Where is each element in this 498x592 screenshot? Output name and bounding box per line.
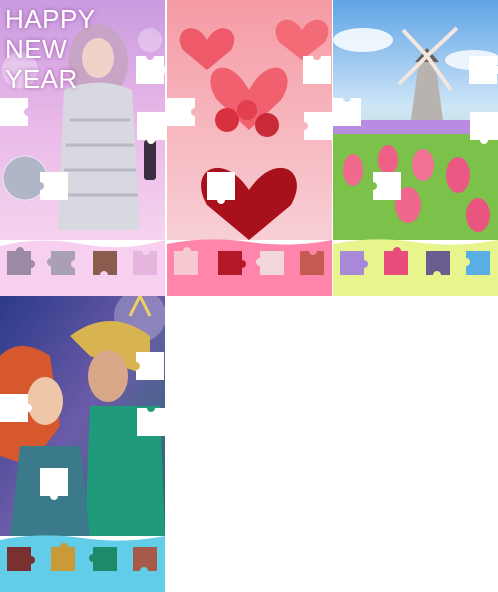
empty-slot[interactable]: [373, 172, 401, 200]
empty-slot[interactable]: [333, 98, 361, 126]
puzzle-card-tulips[interactable]: [333, 0, 498, 296]
tray-piece[interactable]: [171, 247, 201, 278]
tray-piece[interactable]: [423, 248, 453, 278]
empty-slot[interactable]: [207, 172, 235, 204]
tray-piece[interactable]: [48, 543, 78, 574]
tray-piece[interactable]: [4, 544, 35, 574]
tray-piece[interactable]: [463, 248, 493, 278]
empty-slot[interactable]: [167, 98, 195, 126]
tray-piece[interactable]: [297, 248, 327, 278]
empty-slot[interactable]: [303, 56, 331, 84]
tray-piece[interactable]: [90, 248, 120, 278]
tray-piece[interactable]: [130, 544, 160, 574]
empty-slot[interactable]: [0, 394, 32, 422]
tray-piece[interactable]: [256, 248, 287, 278]
tray-piece[interactable]: [89, 544, 120, 574]
puzzle-card-new-year[interactable]: HAPPY NEW YEAR: [0, 0, 165, 296]
empty-slot[interactable]: [469, 56, 498, 84]
tray-piece[interactable]: [337, 248, 368, 278]
empty-slot[interactable]: [137, 112, 165, 144]
tray-piece[interactable]: [130, 248, 160, 278]
empty-slot[interactable]: [137, 408, 165, 436]
tray-piece[interactable]: [47, 248, 78, 278]
tray-piece[interactable]: [215, 248, 246, 278]
puzzle-card-sea-royals[interactable]: [0, 296, 165, 592]
empty-slot[interactable]: [0, 98, 28, 126]
tray-piece[interactable]: [381, 247, 411, 278]
tray-piece[interactable]: [4, 247, 35, 278]
empty-slot[interactable]: [470, 112, 498, 144]
empty-slot[interactable]: [304, 112, 332, 140]
empty-slot[interactable]: [40, 172, 68, 200]
empty-slot[interactable]: [136, 56, 165, 84]
puzzle-card-hearts[interactable]: [167, 0, 332, 296]
empty-slot[interactable]: [40, 468, 68, 500]
empty-slot[interactable]: [136, 352, 164, 380]
